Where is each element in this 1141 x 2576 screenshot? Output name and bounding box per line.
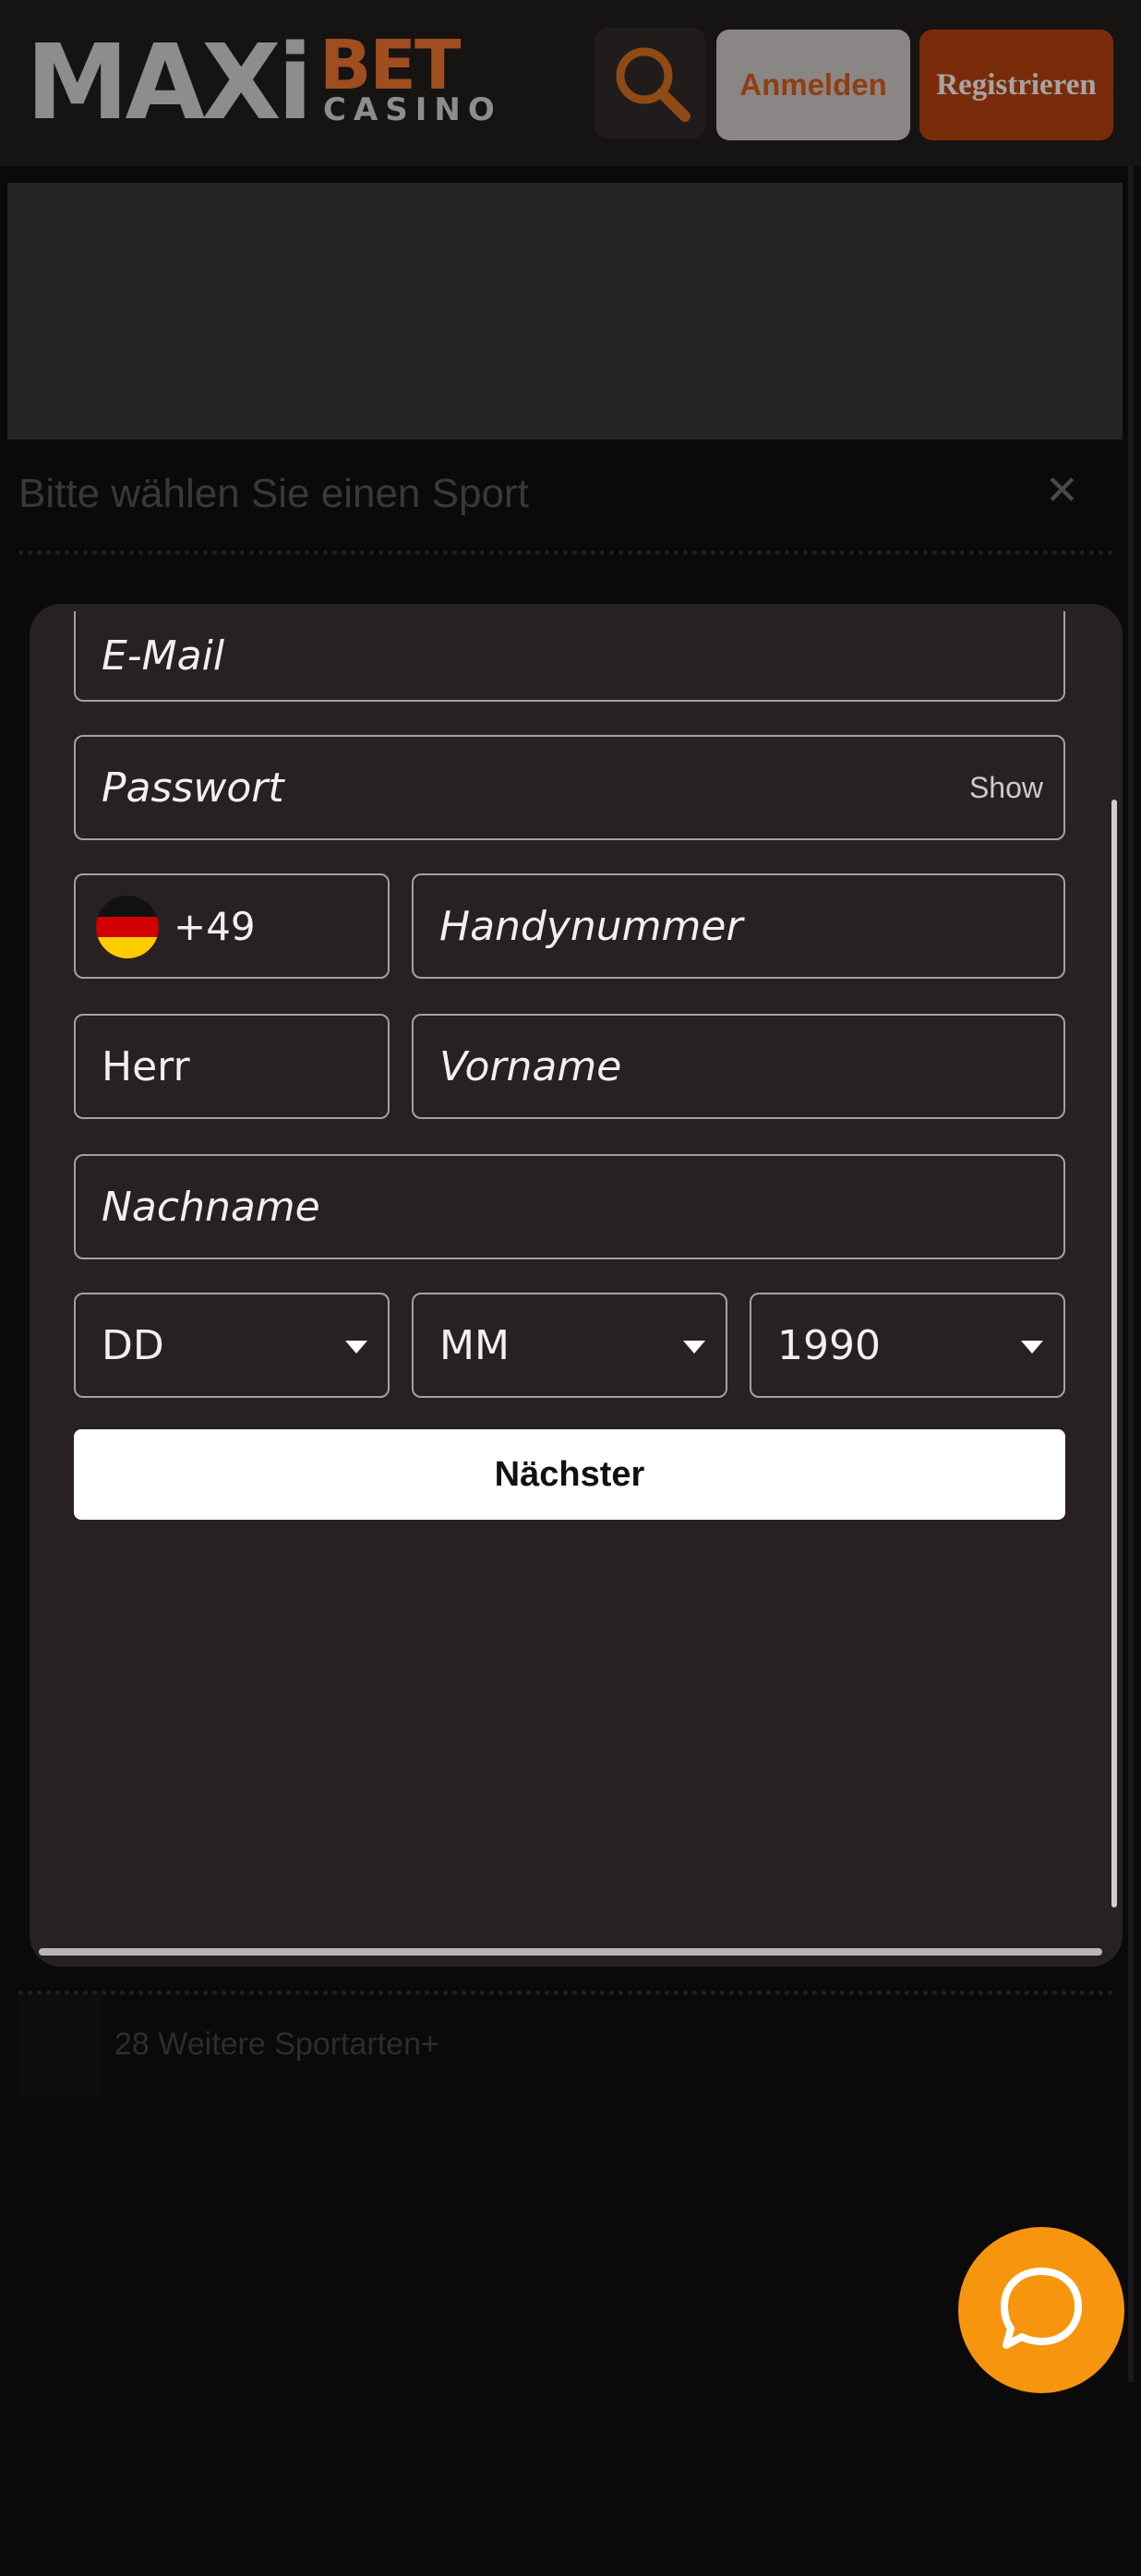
password-field[interactable]: Passwort Show [74,735,1065,840]
register-button[interactable]: Registrieren [919,30,1113,140]
caret-down-icon [345,1341,367,1354]
close-icon[interactable]: ✕ [1045,467,1079,514]
phone-placeholder: Handynummer [439,902,743,950]
birth-month-value: MM [439,1321,510,1369]
sport-select-title: Bitte wählen Sie einen Sport [18,471,529,516]
birth-year-value: 1990 [777,1321,881,1369]
show-password-button[interactable]: Show [969,737,1043,838]
caret-down-icon [1021,1341,1043,1354]
sports-category-strip [7,183,1123,439]
firstname-field[interactable]: Vorname [412,1014,1065,1119]
search-icon [616,47,691,122]
chat-button[interactable] [958,2227,1124,2393]
lastname-placeholder: Nachname [102,1183,320,1231]
country-code-value: +49 [174,903,256,949]
next-button[interactable]: Nächster [74,1429,1065,1520]
phone-field[interactable]: Handynummer [412,873,1065,979]
birth-day-value: DD [102,1321,164,1369]
login-button[interactable]: Anmelden [716,30,910,140]
email-field[interactable]: E-Mail [74,611,1065,702]
germany-flag-icon [96,896,159,958]
caret-down-icon [683,1341,705,1354]
logo-casino-text: CASINO [323,91,502,128]
more-sports-link[interactable]: 28 Weitere Sportarten+ [114,2027,439,2063]
password-placeholder: Passwort [102,764,284,812]
divider [18,1991,1113,1995]
firstname-placeholder: Vorname [439,1042,622,1090]
birth-day-select[interactable]: DD [74,1293,390,1398]
logo-maxi-text: MAXi [26,23,313,143]
lastname-field[interactable]: Nachname [74,1154,1065,1259]
chat-icon [1001,2268,1082,2349]
logo-bet-text: BET [319,26,461,105]
page-scrollbar[interactable] [1128,166,1134,2382]
modal-scrollbar[interactable] [1111,800,1117,1908]
country-code-select[interactable]: +49 [74,873,390,979]
birth-month-select[interactable]: MM [412,1293,727,1398]
chevron-down-icon[interactable] [18,1994,102,2096]
modal-bottom-bar [39,1948,1102,1956]
salutation-value: Herr [102,1042,190,1090]
search-button[interactable] [595,28,705,138]
divider [18,550,1113,555]
maxibet-logo[interactable]: MAXi BET CASINO [26,23,495,143]
email-placeholder: E-Mail [102,632,225,680]
salutation-select[interactable]: Herr [74,1014,390,1119]
header: MAXi BET CASINO Anmelden Registrieren [0,0,1141,166]
birth-year-select[interactable]: 1990 [750,1293,1065,1398]
